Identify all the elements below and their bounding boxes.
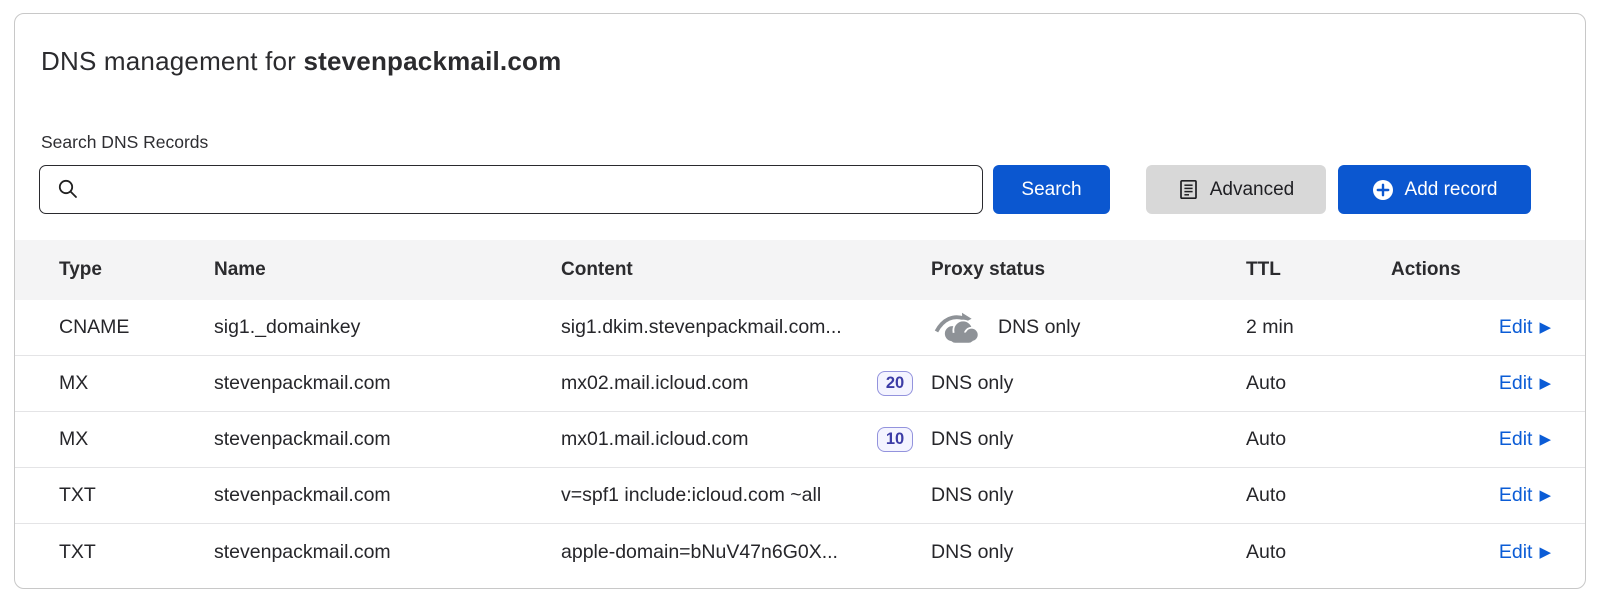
add-record-button[interactable]: Add record [1338, 165, 1531, 214]
record-ttl: Auto [1246, 541, 1391, 564]
column-header-name: Name [214, 259, 561, 281]
edit-link-label: Edit [1499, 372, 1533, 395]
record-ttl: 2 min [1246, 316, 1391, 339]
table-row: MX stevenpackmail.com mx01.mail.icloud.c… [15, 412, 1585, 468]
record-content: apple-domain=bNuV47n6G0X... [561, 541, 838, 564]
edit-record-link[interactable]: Edit ▶ [1499, 428, 1551, 451]
chevron-right-icon: ▶ [1539, 376, 1551, 391]
edit-link-label: Edit [1499, 541, 1533, 564]
advanced-button-label: Advanced [1210, 179, 1295, 201]
search-button[interactable]: Search [993, 165, 1110, 214]
record-type: MX [15, 372, 214, 395]
plus-circle-icon [1372, 179, 1394, 201]
priority-badge: 10 [877, 427, 913, 452]
edit-record-link[interactable]: Edit ▶ [1499, 316, 1551, 339]
edit-link-label: Edit [1499, 428, 1533, 451]
advanced-button[interactable]: Advanced [1146, 165, 1326, 214]
record-ttl: Auto [1246, 428, 1391, 451]
page-title-prefix: DNS management for [41, 46, 303, 76]
record-name: sig1._domainkey [214, 316, 561, 339]
column-header-type: Type [15, 259, 214, 281]
table-row: TXT stevenpackmail.com v=spf1 include:ic… [15, 468, 1585, 524]
record-ttl: Auto [1246, 484, 1391, 507]
domain-name: stevenpackmail.com [303, 46, 561, 76]
page-title: DNS management for stevenpackmail.com [41, 46, 561, 77]
edit-link-label: Edit [1499, 316, 1533, 339]
record-ttl: Auto [1246, 372, 1391, 395]
record-name: stevenpackmail.com [214, 428, 561, 451]
edit-record-link[interactable]: Edit ▶ [1499, 484, 1551, 507]
table-row: TXT stevenpackmail.com apple-domain=bNuV… [15, 524, 1585, 580]
record-type: TXT [15, 541, 214, 564]
search-box [39, 165, 983, 214]
record-content: sig1.dkim.stevenpackmail.com... [561, 316, 842, 339]
proxy-status-text: DNS only [931, 372, 1013, 395]
record-content: v=spf1 include:icloud.com ~all [561, 484, 821, 507]
dns-management-card: DNS management for stevenpackmail.com Se… [14, 13, 1586, 589]
search-label: Search DNS Records [41, 132, 208, 153]
column-header-content: Content [561, 259, 931, 281]
record-name: stevenpackmail.com [214, 484, 561, 507]
proxy-status-text: DNS only [931, 484, 1013, 507]
table-row: CNAME sig1._domainkey sig1.dkim.stevenpa… [15, 300, 1585, 356]
column-header-actions: Actions [1391, 259, 1585, 281]
proxy-status-text: DNS only [998, 316, 1080, 339]
list-details-icon [1178, 179, 1199, 200]
record-type: CNAME [15, 316, 214, 339]
chevron-right-icon: ▶ [1539, 432, 1551, 447]
record-content: mx01.mail.icloud.com [561, 428, 748, 451]
chevron-right-icon: ▶ [1539, 320, 1551, 335]
record-name: stevenpackmail.com [214, 541, 561, 564]
column-header-proxy-status: Proxy status [931, 259, 1246, 281]
record-type: MX [15, 428, 214, 451]
edit-record-link[interactable]: Edit ▶ [1499, 372, 1551, 395]
dns-records-table: Type Name Content Proxy status TTL Actio… [15, 240, 1585, 580]
search-input[interactable] [39, 165, 983, 214]
chevron-right-icon: ▶ [1539, 545, 1551, 560]
record-content: mx02.mail.icloud.com [561, 372, 748, 395]
table-row: MX stevenpackmail.com mx02.mail.icloud.c… [15, 356, 1585, 412]
proxy-status-text: DNS only [931, 428, 1013, 451]
dns-only-cloud-icon [931, 311, 985, 345]
table-header-row: Type Name Content Proxy status TTL Actio… [15, 240, 1585, 300]
edit-link-label: Edit [1499, 484, 1533, 507]
priority-badge: 20 [877, 371, 913, 396]
chevron-right-icon: ▶ [1539, 488, 1551, 503]
record-type: TXT [15, 484, 214, 507]
search-button-label: Search [1021, 179, 1081, 201]
table-body: CNAME sig1._domainkey sig1.dkim.stevenpa… [15, 300, 1585, 580]
proxy-status-text: DNS only [931, 541, 1013, 564]
column-header-ttl: TTL [1246, 259, 1391, 281]
add-record-button-label: Add record [1405, 179, 1498, 201]
record-name: stevenpackmail.com [214, 372, 561, 395]
edit-record-link[interactable]: Edit ▶ [1499, 541, 1551, 564]
